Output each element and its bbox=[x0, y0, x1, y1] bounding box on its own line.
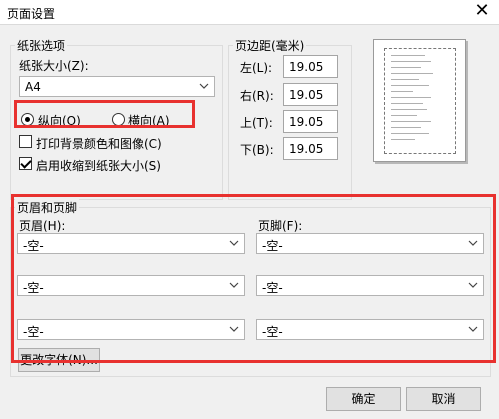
preview-line bbox=[391, 85, 429, 86]
margin-left-input[interactable]: 19.05 bbox=[283, 55, 338, 78]
header-label: 页眉(H): bbox=[19, 219, 66, 233]
preview-line bbox=[391, 79, 419, 80]
margin-top-label: 上(T): bbox=[240, 116, 273, 130]
footer-right-value: -空- bbox=[262, 325, 283, 339]
preview-line bbox=[391, 109, 427, 110]
ok-button[interactable]: 确定 bbox=[326, 387, 401, 411]
preview-line bbox=[391, 103, 423, 104]
shrink-to-fit-label[interactable]: 启用收缩到纸张大小(S) bbox=[36, 157, 161, 174]
preview-line bbox=[391, 133, 429, 134]
footer-left-select[interactable]: -空- bbox=[256, 233, 484, 254]
margin-bottom-input[interactable]: 19.05 bbox=[283, 137, 338, 160]
margin-right-label: 右(R): bbox=[240, 89, 274, 103]
portrait-radio[interactable] bbox=[21, 113, 34, 126]
title-bar: 页面设置 ✕ bbox=[0, 0, 499, 24]
footer-left-value: -空- bbox=[262, 239, 283, 253]
chevron-down-icon bbox=[229, 282, 239, 288]
chevron-down-icon bbox=[468, 282, 478, 288]
preview-line bbox=[391, 67, 421, 68]
header-left-select[interactable]: -空- bbox=[17, 233, 245, 254]
preview-line bbox=[391, 127, 421, 128]
preview-line bbox=[391, 121, 431, 122]
footer-center-select[interactable]: -空- bbox=[256, 275, 484, 296]
paper-size-select[interactable]: A4 bbox=[19, 76, 215, 97]
chevron-down-icon bbox=[468, 326, 478, 332]
shrink-to-fit-checkbox[interactable] bbox=[19, 157, 32, 170]
margins-title: 页边距(毫米) bbox=[233, 37, 307, 54]
preview-margin-box bbox=[384, 48, 456, 154]
landscape-radio[interactable] bbox=[112, 113, 125, 126]
header-center-value: -空- bbox=[23, 281, 44, 295]
page-preview bbox=[373, 39, 466, 162]
chevron-down-icon bbox=[468, 240, 478, 246]
preview-line bbox=[391, 115, 417, 116]
paper-size-value: A4 bbox=[25, 80, 41, 94]
footer-center-value: -空- bbox=[262, 281, 283, 295]
margin-bottom-label: 下(B): bbox=[240, 143, 274, 157]
paper-size-label: 纸张大小(Z): bbox=[19, 59, 89, 73]
header-right-value: -空- bbox=[23, 325, 44, 339]
header-right-select[interactable]: -空- bbox=[17, 319, 245, 340]
margin-top-input[interactable]: 19.05 bbox=[283, 110, 338, 133]
header-left-value: -空- bbox=[23, 239, 44, 253]
change-font-button[interactable]: 更改字体(N)... bbox=[18, 348, 100, 372]
window-title: 页面设置 bbox=[7, 7, 56, 21]
chevron-down-icon bbox=[199, 83, 209, 89]
preview-line bbox=[391, 61, 431, 62]
print-background-checkbox[interactable] bbox=[19, 135, 32, 148]
margin-left-label: 左(L): bbox=[240, 61, 273, 75]
footer-label: 页脚(F): bbox=[258, 219, 303, 233]
chevron-down-icon bbox=[229, 240, 239, 246]
cancel-button[interactable]: 取消 bbox=[406, 387, 481, 411]
header-footer-title: 页眉和页脚 bbox=[15, 199, 80, 216]
landscape-label[interactable]: 横向(A) bbox=[128, 112, 170, 129]
paper-options-title: 纸张选项 bbox=[15, 37, 68, 54]
footer-right-select[interactable]: -空- bbox=[256, 319, 484, 340]
chevron-down-icon bbox=[229, 326, 239, 332]
preview-line bbox=[391, 91, 413, 92]
header-center-select[interactable]: -空- bbox=[17, 275, 245, 296]
preview-line bbox=[391, 139, 415, 140]
preview-line bbox=[391, 73, 433, 74]
close-icon[interactable]: ✕ bbox=[467, 0, 497, 24]
print-background-label[interactable]: 打印背景颜色和图像(C) bbox=[36, 135, 162, 152]
preview-line bbox=[391, 55, 425, 56]
page-setup-dialog: 页面设置 ✕ 纸张选项 纸张大小(Z): A4 纵向(O) 横向(A) 打印背景… bbox=[0, 0, 499, 419]
preview-line bbox=[391, 97, 431, 98]
margin-right-input[interactable]: 19.05 bbox=[283, 83, 338, 106]
dialog-body: 纸张选项 纸张大小(Z): A4 纵向(O) 横向(A) 打印背景颜色和图像(C… bbox=[0, 24, 499, 419]
portrait-label[interactable]: 纵向(O) bbox=[38, 112, 81, 129]
